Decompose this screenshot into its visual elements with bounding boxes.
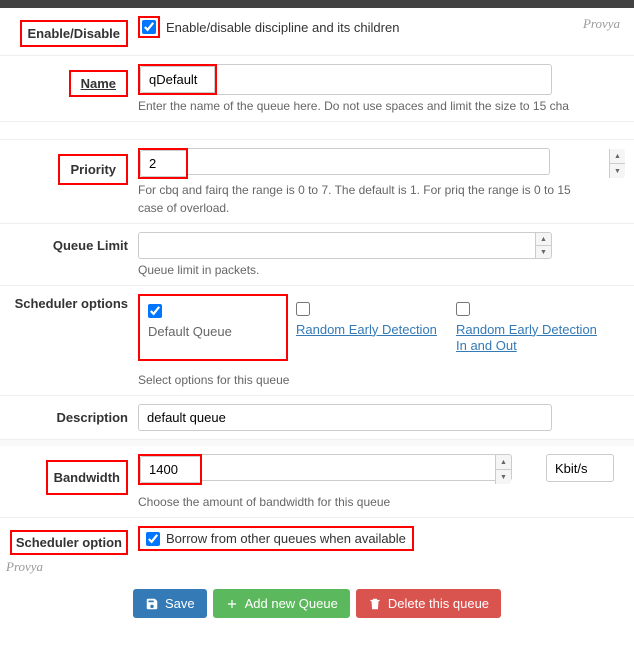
watermark-bottom: Provya xyxy=(6,559,43,574)
label-bandwidth: Bandwidth xyxy=(46,460,128,495)
name-input-highlight[interactable] xyxy=(140,66,215,93)
name-input-rest[interactable] xyxy=(217,64,552,95)
priority-help: For cbq and fairq the range is 0 to 7. T… xyxy=(138,183,626,197)
sched-default-label: Default Queue xyxy=(148,324,278,341)
button-bar: Save Add new Queue Delete this queue xyxy=(0,575,634,638)
row-bandwidth: Bandwidth ▲▼ Choose the amount of bandwi… xyxy=(0,446,634,518)
delete-queue-button[interactable]: Delete this queue xyxy=(356,589,501,618)
name-help: Enter the name of the queue here. Do not… xyxy=(138,99,626,113)
save-label: Save xyxy=(165,596,195,611)
row-qlimit: Queue Limit ▲▼ Queue limit in packets. xyxy=(0,224,634,286)
save-button[interactable]: Save xyxy=(133,589,207,618)
priority-input[interactable] xyxy=(140,150,186,177)
chevron-down-icon: ▼ xyxy=(536,246,551,258)
sched-red-box: Random Early Detection xyxy=(288,294,448,361)
bandwidth-spinner[interactable]: ▲▼ xyxy=(495,455,511,484)
label-qlimit: Queue Limit xyxy=(0,232,138,253)
trash-icon xyxy=(368,597,382,611)
borrow-desc: Borrow from other queues when available xyxy=(166,531,406,546)
sched-red-checkbox[interactable] xyxy=(296,302,310,316)
save-icon xyxy=(145,597,159,611)
label-sched2: Scheduler option xyxy=(10,530,128,555)
priority-spinner[interactable]: ▲▼ xyxy=(609,149,625,178)
chevron-up-icon: ▲ xyxy=(536,233,551,246)
chevron-down-icon: ▼ xyxy=(610,164,625,178)
label-sched: Scheduler options xyxy=(0,294,138,311)
row-sched2: Scheduler option Borrow from other queue… xyxy=(0,518,634,557)
watermark-top: Provya xyxy=(583,16,620,32)
row-name: Name Enter the name of the queue here. D… xyxy=(0,56,634,122)
label-enable: Enable/Disable xyxy=(20,20,128,47)
chevron-down-icon: ▼ xyxy=(496,470,511,484)
desc-input[interactable] xyxy=(138,404,552,431)
sched-red-link[interactable]: Random Early Detection xyxy=(296,322,440,339)
qlimit-spinner[interactable]: ▲▼ xyxy=(535,233,551,258)
sched-default-checkbox[interactable] xyxy=(148,304,162,318)
enable-desc: Enable/disable discipline and its childr… xyxy=(166,20,399,35)
qlimit-help: Queue limit in packets. xyxy=(138,263,626,277)
chevron-up-icon: ▲ xyxy=(496,455,511,470)
label-desc: Description xyxy=(0,404,138,425)
qlimit-input[interactable] xyxy=(138,232,552,259)
row-sched: Scheduler options Default Queue Random E… xyxy=(0,286,634,396)
sched-redio-box: Random Early Detection In and Out xyxy=(448,294,608,361)
label-priority: Priority xyxy=(58,154,128,185)
row-enable: Enable/Disable Enable/disable discipline… xyxy=(0,8,634,56)
add-label: Add new Queue xyxy=(245,596,338,611)
enable-checkbox[interactable] xyxy=(142,20,156,34)
bandwidth-help: Choose the amount of bandwidth for this … xyxy=(138,495,626,509)
bandwidth-unit-select[interactable] xyxy=(546,454,614,482)
row-priority: Priority ▲▼ For cbq and fairq the range … xyxy=(0,140,634,224)
bandwidth-input[interactable] xyxy=(140,456,200,483)
sched-redio-link[interactable]: Random Early Detection In and Out xyxy=(456,322,600,356)
borrow-checkbox[interactable] xyxy=(146,532,160,546)
delete-label: Delete this queue xyxy=(388,596,489,611)
row-desc: Description xyxy=(0,396,634,440)
sched-help: Select options for this queue xyxy=(138,373,626,387)
sched-redio-checkbox[interactable] xyxy=(456,302,470,316)
sched-default-box: Default Queue xyxy=(138,294,288,361)
chevron-up-icon: ▲ xyxy=(610,149,625,164)
top-bar xyxy=(0,0,634,8)
priority-input-ext[interactable] xyxy=(188,148,550,175)
add-queue-button[interactable]: Add new Queue xyxy=(213,589,350,618)
label-name: Name xyxy=(69,70,128,97)
plus-icon xyxy=(225,597,239,611)
bandwidth-input-ext[interactable] xyxy=(202,454,512,481)
priority-help2: case of overload. xyxy=(138,201,626,215)
